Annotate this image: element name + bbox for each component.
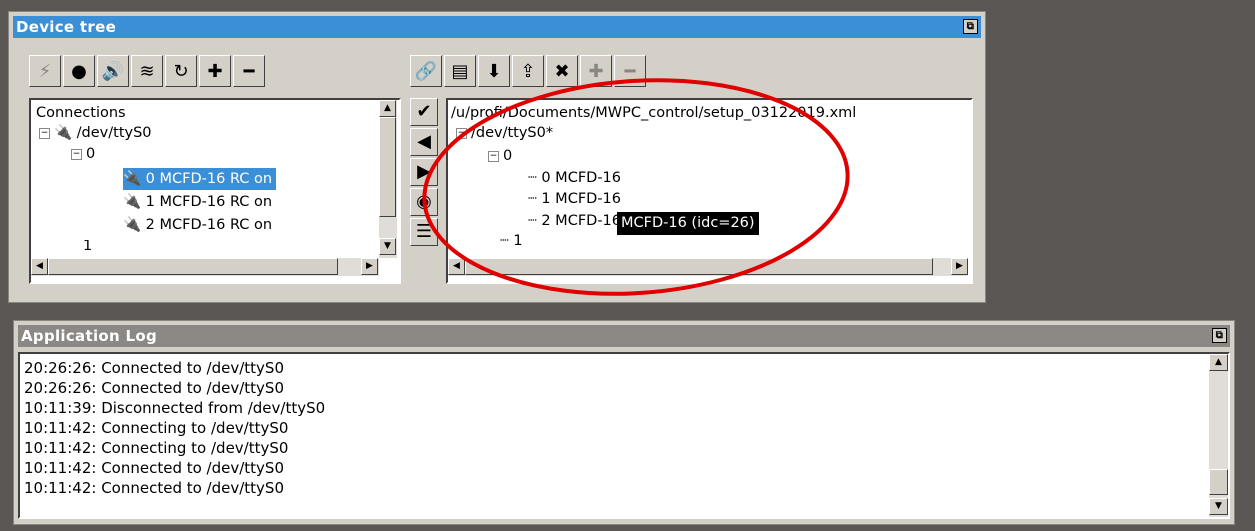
log-line: 10:11:42: Connecting to /dev/ttyS0: [24, 439, 289, 457]
scroll-thumb[interactable]: [1209, 469, 1228, 495]
float-window-icon[interactable]: ⧉: [1212, 328, 1227, 343]
log-line: 10:11:39: Disconnected from /dev/ttyS0: [24, 399, 326, 417]
log-line: 20:26:26: Connected to /dev/ttyS0: [24, 359, 284, 377]
log-line: 10:11:42: Connecting to /dev/ttyS0: [24, 419, 289, 437]
scroll-down-icon[interactable]: ▼: [1209, 498, 1228, 515]
log-line: 10:11:42: Connected to /dev/ttyS0: [24, 459, 284, 477]
log-vscroll[interactable]: ▲ ▼: [1209, 354, 1228, 517]
log-line: 20:26:26: Connected to /dev/ttyS0: [24, 379, 284, 397]
application-log-title: Application Log: [21, 327, 157, 345]
log-line: 10:11:42: Connected to /dev/ttyS0: [24, 479, 284, 497]
scroll-up-icon[interactable]: ▲: [1209, 354, 1228, 371]
application-log-titlebar[interactable]: Application Log ⧉: [18, 325, 1230, 347]
application-log-text[interactable]: 20:26:26: Connected to /dev/ttyS0 20:26:…: [18, 352, 1230, 519]
